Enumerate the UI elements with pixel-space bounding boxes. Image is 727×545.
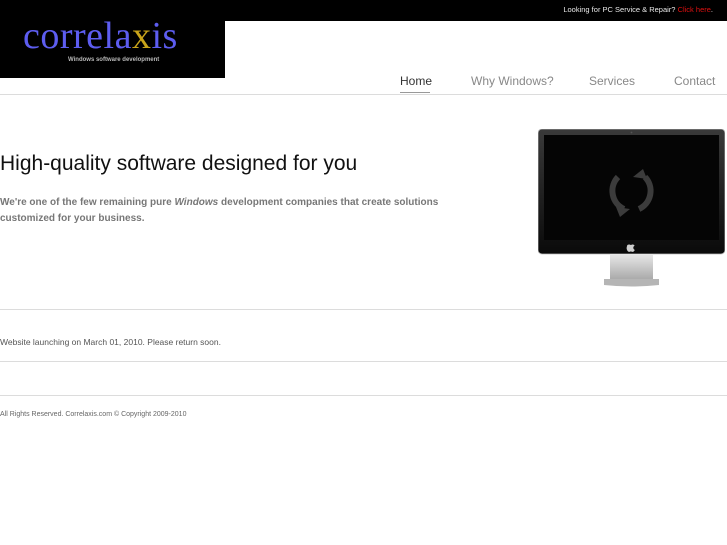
service-promo: Looking for PC Service & Repair? Click h… bbox=[563, 5, 713, 14]
service-promo-link[interactable]: Click here bbox=[678, 5, 711, 14]
logo-word-x: x bbox=[131, 15, 152, 57]
logo-word-part2: is bbox=[151, 15, 178, 57]
logo[interactable]: correlaxis Windows software development bbox=[0, 0, 225, 78]
nav-contact[interactable]: Contact bbox=[674, 74, 715, 88]
nav-services[interactable]: Services bbox=[589, 74, 635, 88]
header-divider bbox=[0, 94, 727, 95]
hero-intro-before: We're one of the few remaining pure bbox=[0, 197, 175, 208]
hero-headline: High-quality software designed for you bbox=[0, 152, 358, 175]
nav-why-windows[interactable]: Why Windows? bbox=[471, 74, 554, 88]
service-promo-suffix: . bbox=[710, 5, 713, 14]
section-divider-3 bbox=[0, 395, 727, 396]
monitor-icon bbox=[537, 128, 726, 289]
main-nav: Home Why Windows? Services Contact bbox=[0, 74, 727, 94]
nav-active-underline bbox=[400, 92, 430, 93]
footer-copyright: All Rights Reserved. Correlaxis.com © Co… bbox=[0, 411, 187, 418]
nav-home[interactable]: Home bbox=[400, 74, 432, 88]
section-divider-1 bbox=[0, 309, 727, 310]
hero-intro-em: Windows bbox=[174, 197, 219, 208]
launch-notice: Website launching on March 01, 2010. Ple… bbox=[0, 337, 221, 347]
service-promo-text: Looking for PC Service & Repair? bbox=[563, 5, 676, 14]
logo-tagline: Windows software development bbox=[68, 57, 160, 63]
logo-wordmark: correlaxis bbox=[23, 14, 178, 58]
hero-intro: We're one of the few remaining pure Wind… bbox=[0, 195, 440, 227]
logo-word-part1: correla bbox=[23, 15, 132, 57]
section-divider-2 bbox=[0, 361, 727, 362]
